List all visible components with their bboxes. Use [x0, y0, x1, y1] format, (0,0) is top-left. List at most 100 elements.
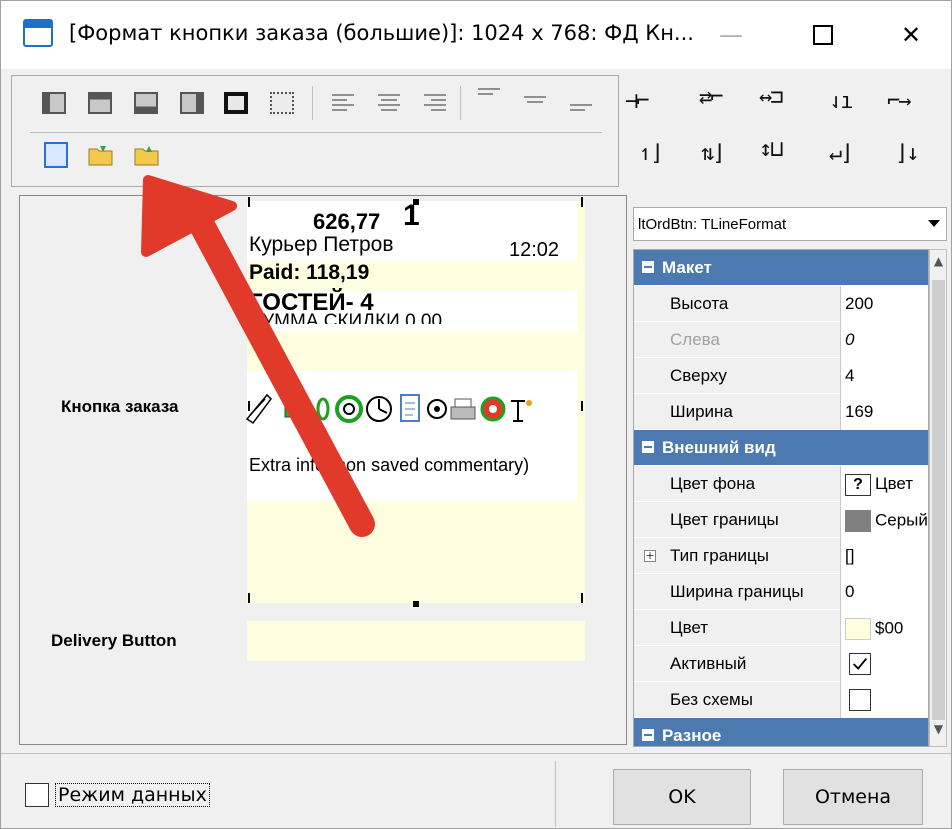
space-horizontal-icon[interactable]: ↔⊐ [759, 85, 783, 110]
category-misc[interactable]: Разное [634, 718, 928, 746]
component-selector[interactable]: ltOrdBtn: TLineFormat [633, 207, 947, 241]
prop-bg-color-value[interactable]: ? Цвет [840, 466, 928, 502]
window-title: [Формат кнопки заказа (большие)]: 1024 x… [69, 21, 694, 45]
chevron-down-icon [928, 220, 940, 227]
prop-border-color-value[interactable]: Серый [840, 502, 928, 538]
align-center-icon[interactable] [378, 94, 400, 114]
property-scrollbar[interactable]: ▲ ▼ [929, 249, 947, 747]
selection-handle[interactable] [413, 199, 419, 205]
prop-active[interactable]: Активный [634, 646, 928, 682]
status-icons-row [245, 393, 532, 425]
prop-bg-color[interactable]: Цвет фона ? Цвет [634, 466, 928, 502]
footer-divider [1, 753, 951, 754]
maximize-button[interactable] [793, 11, 853, 59]
prop-left-value[interactable]: 0 [840, 322, 928, 358]
border-right-icon[interactable] [180, 92, 204, 114]
save-folder-icon[interactable] [134, 144, 160, 166]
toolbar-separator [460, 86, 461, 120]
component-selector-value: ltOrdBtn: TLineFormat [638, 216, 787, 233]
prop-color-value[interactable]: $00 [840, 610, 928, 646]
align-horizontal-centers-icon[interactable]: ⇄⌐ [699, 85, 723, 110]
border-top-icon[interactable] [88, 92, 112, 114]
scroll-down-icon[interactable]: ▼ [932, 722, 945, 742]
data-mode-checkbox[interactable] [25, 783, 49, 807]
border-bottom-icon[interactable] [134, 92, 158, 114]
selection-handle[interactable] [581, 401, 583, 411]
no-scheme-checkbox[interactable] [849, 689, 871, 711]
valign-bottom-icon[interactable] [570, 104, 592, 124]
collapse-icon[interactable] [642, 729, 654, 741]
border-none-icon[interactable] [270, 92, 294, 114]
minimize-button[interactable]: — [701, 11, 761, 59]
align-left-icon[interactable] [332, 94, 354, 114]
prop-border-width[interactable]: Ширина границы 0 [634, 574, 928, 610]
selection-handle[interactable] [248, 593, 250, 603]
alignment-toolbar: ⊣⌐ ⇄⌐ ↔⊐ ⇃ı ⌐→ ↿⌋ ⇅⌋ ↕⊔ ↵⌋ ⌋↓ [625, 75, 945, 187]
align-vertical-centers-icon[interactable]: ⇅⌋ [701, 141, 725, 166]
align-bottoms-icon[interactable]: ↿⌋ [639, 141, 663, 166]
prop-width[interactable]: Ширина 169 [634, 394, 928, 430]
category-layout[interactable]: Макет [634, 250, 928, 286]
footer-vertical-divider [555, 761, 556, 827]
prop-active-value[interactable] [840, 646, 928, 682]
category-appearance[interactable]: Внешний вид [634, 430, 928, 466]
active-checkbox[interactable] [849, 653, 871, 675]
valign-top-icon[interactable] [478, 88, 500, 108]
align-left-edges-icon[interactable]: ⊣⌐ [625, 89, 649, 114]
prop-height-value[interactable]: 200 [840, 286, 928, 322]
ok-button[interactable]: OK [613, 769, 751, 825]
paid-amount: Paid: 118,19 [249, 261, 370, 284]
color-swatch [845, 510, 871, 532]
delivery-button-label: Delivery Button [51, 631, 177, 650]
selection-handle[interactable] [413, 601, 419, 607]
prop-top-value[interactable]: 4 [840, 358, 928, 394]
scroll-up-icon[interactable]: ▲ [932, 254, 945, 274]
scroll-thumb[interactable] [932, 280, 945, 720]
maximize-icon [813, 25, 833, 45]
collapse-icon[interactable] [642, 261, 654, 273]
prop-border-type-value[interactable]: [] [840, 538, 928, 574]
prop-border-color[interactable]: Цвет границы Серый [634, 502, 928, 538]
selection-handle[interactable] [248, 401, 250, 411]
order-button-label: Кнопка заказа [61, 397, 179, 416]
selection-handle[interactable] [581, 593, 583, 603]
valign-middle-icon[interactable] [524, 96, 546, 116]
prop-height[interactable]: Высота 200 [634, 286, 928, 322]
prop-border-type[interactable]: + Тип границы [] [634, 538, 928, 574]
toolbar-separator [312, 86, 313, 120]
border-all-icon[interactable] [224, 92, 248, 114]
align-right-icon[interactable] [424, 94, 446, 114]
title-bar: [Формат кнопки заказа (большие)]: 1024 x… [1, 1, 951, 69]
border-left-icon[interactable] [42, 92, 66, 114]
selection-handle[interactable] [248, 197, 250, 207]
same-height-icon[interactable]: ⌋↓ [895, 141, 919, 166]
property-inspector: ltOrdBtn: TLineFormat Макет Высота 200 С… [633, 207, 947, 747]
preview-icon[interactable] [44, 142, 68, 168]
prop-top[interactable]: Сверху 4 [634, 358, 928, 394]
expand-icon[interactable]: + [644, 550, 656, 562]
prop-width-value[interactable]: 169 [840, 394, 928, 430]
prop-no-scheme-value[interactable] [840, 682, 928, 718]
close-button[interactable]: ✕ [881, 11, 941, 59]
space-vertical-icon[interactable]: ↕⊔ [759, 137, 783, 162]
align-right-edges-icon[interactable]: ⌐→ [887, 89, 911, 114]
open-folder-icon[interactable] [88, 144, 114, 166]
data-mode-label[interactable]: Режим данных [55, 783, 210, 807]
extra-info-text: Extra info (non saved commentary) [249, 455, 530, 475]
prop-no-scheme[interactable]: Без схемы [634, 682, 928, 718]
prop-color[interactable]: Цвет $00 [634, 610, 928, 646]
prop-border-width-value[interactable]: 0 [840, 574, 928, 610]
order-amount: 626,77 [313, 209, 381, 234]
guests-count: ГОСТЕЙ- 4 [249, 289, 374, 316]
prop-left[interactable]: Слева 0 [634, 322, 928, 358]
delivery-button-canvas[interactable] [247, 621, 585, 661]
selection-handle[interactable] [581, 197, 583, 207]
window-icon [23, 19, 53, 47]
order-time: 12:02 [509, 239, 560, 261]
align-tops-icon[interactable]: ⇃ı [829, 89, 853, 114]
same-width-icon[interactable]: ↵⌋ [829, 141, 853, 166]
cancel-button[interactable]: Отмена [783, 769, 923, 825]
toolbar-divider [30, 132, 602, 133]
dialog-window: [Формат кнопки заказа (большие)]: 1024 x… [0, 0, 952, 829]
collapse-icon[interactable] [642, 441, 654, 453]
